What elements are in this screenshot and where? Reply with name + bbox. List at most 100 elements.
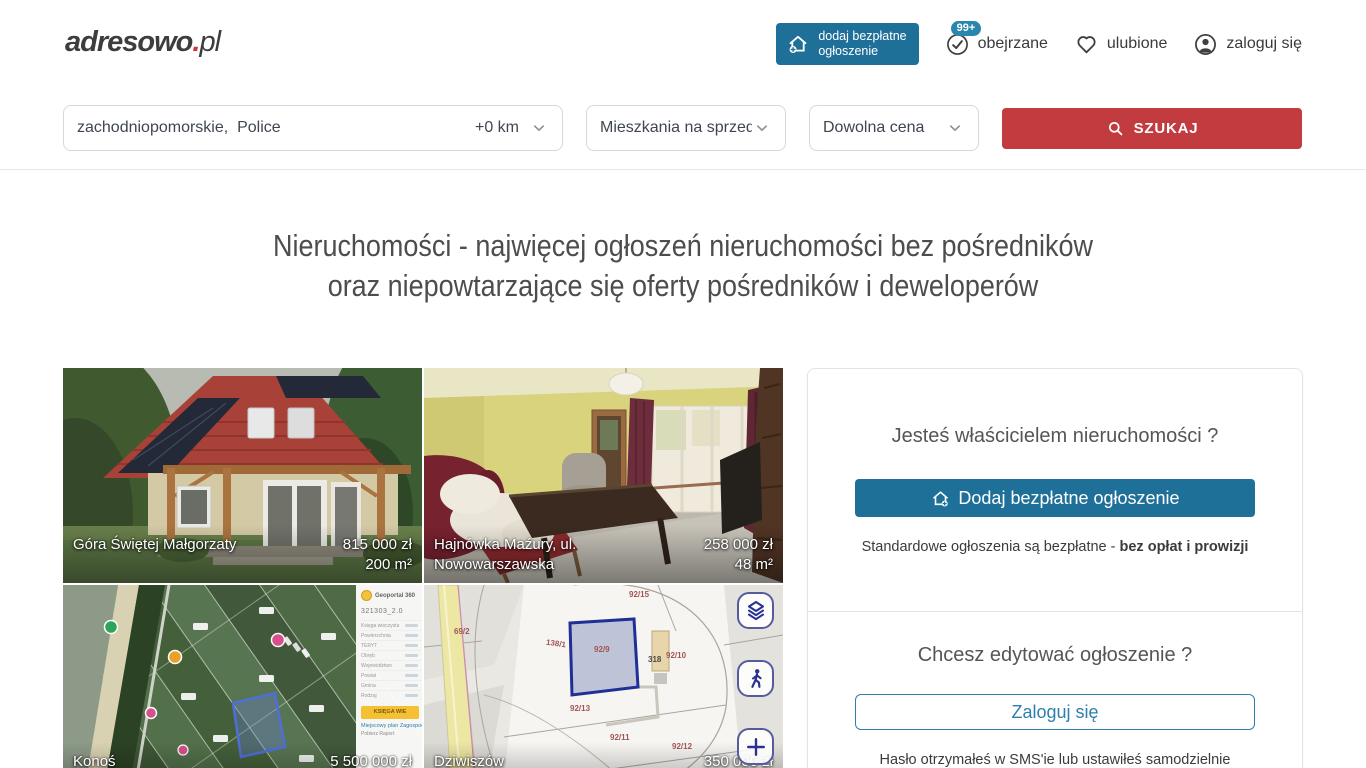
nav-viewed-label: obejrzane — [978, 35, 1048, 53]
geo-row-label: Gmina — [361, 683, 376, 689]
location-value: zachodniopomorskie, Police — [77, 119, 475, 137]
edit-heading: Chcesz edytować ogłoszenie ? — [808, 644, 1302, 667]
nav-viewed[interactable]: 99+ obejrzane — [945, 32, 1048, 57]
category-value: Mieszkania na sprzeda — [600, 119, 752, 137]
geo-row-label: Obręb — [361, 653, 375, 659]
search-button[interactable]: SZUKAJ — [1002, 108, 1302, 149]
listing-caption: Dziwiszów 350 000 zł — [424, 752, 783, 768]
geo-row-value — [405, 644, 418, 647]
nav-login-label: zaloguj się — [1226, 35, 1302, 53]
chevron-down-icon — [945, 118, 965, 138]
listing-card[interactable]: Góra Świętej Małgorzaty 815 000 zł 200 m… — [63, 368, 422, 583]
owner-section: Jesteś właścicielem nieruchomości ? Doda… — [808, 369, 1302, 611]
category-select[interactable]: Mieszkania na sprzeda — [586, 105, 786, 151]
geo-row-label: Powiat — [361, 673, 376, 679]
pedestrian-icon — [744, 667, 768, 691]
geo-row-label: Powierzchnia — [361, 633, 391, 639]
listing-card[interactable]: Hajnówka Maźury, ul. Nowowarszawska 258 … — [424, 368, 783, 583]
listing-card[interactable]: Geoportal 360 321303_2.0 Księga wieczyst… — [63, 585, 422, 768]
listing-price: 5 500 000 zł — [330, 753, 412, 768]
geo-row-label: Województwo — [361, 663, 392, 669]
search-button-label: SZUKAJ — [1134, 120, 1199, 137]
owner-note: Standardowe ogłoszenia są bezpłatne - be… — [808, 539, 1302, 555]
edit-section: Chcesz edytować ogłoszenie ? Zaloguj się… — [808, 611, 1302, 768]
download-report-link[interactable]: Pobierz Raport — [361, 731, 422, 737]
chevron-down-icon — [752, 118, 772, 138]
user-icon — [1193, 32, 1218, 57]
parcel-number: 92/9 — [594, 645, 610, 654]
listing-area: 200 m² — [343, 555, 412, 575]
parcel-number: 92/12 — [672, 742, 692, 751]
map-layers-button[interactable] — [737, 592, 774, 629]
geo-row-value — [405, 634, 418, 637]
search-bar: zachodniopomorskie, Police +0 km Mieszka… — [63, 105, 1303, 151]
geo-row-value — [405, 624, 418, 627]
listing-area: 48 m² — [704, 555, 773, 575]
cadastral-map — [424, 585, 783, 768]
parcel-number: 92/15 — [629, 590, 649, 599]
location-input[interactable]: zachodniopomorskie, Police +0 km — [63, 105, 563, 151]
owner-panel: Jesteś właścicielem nieruchomości ? Doda… — [807, 368, 1303, 768]
owner-heading: Jesteś właścicielem nieruchomości ? — [808, 425, 1302, 448]
map-controls — [737, 592, 774, 765]
top-bar: adresowo.pl dodaj bezpłatne ogłoszenie 9… — [0, 0, 1366, 88]
site-logo[interactable]: adresowo.pl — [65, 26, 220, 59]
geoportal-brand: Geoportal 360 — [375, 593, 415, 599]
add-listing-button[interactable]: dodaj bezpłatne ogłoszenie — [776, 23, 918, 65]
listing-name: Góra Świętej Małgorzaty — [73, 535, 236, 555]
land-register-button[interactable]: KSIĘGA WIE — [361, 706, 419, 719]
geoportal-logo-icon — [361, 590, 372, 601]
listing-name: Hajnówka Maźury, ul. Nowowarszawska — [434, 535, 624, 575]
page-title: Nieruchomości - najwięcej ogłoszeń nieru… — [89, 226, 1277, 306]
geo-row-value — [405, 684, 418, 687]
nav-login[interactable]: zaloguj się — [1193, 32, 1302, 57]
listing-name: Dziwiszów — [434, 752, 504, 768]
search-icon — [1106, 119, 1125, 138]
price-value: Dowolna cena — [823, 119, 924, 137]
hero: Nieruchomości - najwięcej ogłoszeń nieru… — [89, 226, 1277, 306]
nav-favorites[interactable]: ulubione — [1074, 32, 1168, 57]
house-plus-icon — [786, 32, 810, 56]
parcel-id: 321303_2.0 — [361, 608, 422, 615]
geo-row-value — [405, 674, 418, 677]
building-number: 318 — [648, 655, 661, 664]
geo-row-value — [405, 664, 418, 667]
listing-name: Konoś — [73, 752, 116, 768]
radius-value: +0 km — [475, 119, 519, 137]
zoom-in-button[interactable] — [737, 728, 774, 765]
viewed-count-badge: 99+ — [951, 21, 982, 36]
logo-tld: pl — [199, 26, 220, 58]
parcel-number: 69/2 — [454, 627, 470, 636]
house-plus-icon — [930, 488, 951, 509]
header-divider — [0, 169, 1366, 170]
nav-favorites-label: ulubione — [1107, 35, 1168, 53]
price-select[interactable]: Dowolna cena — [809, 105, 979, 151]
layers-icon — [744, 599, 768, 623]
geo-row-label: Księga wieczysta — [361, 623, 399, 629]
geo-row-value — [405, 694, 418, 697]
street-view-button[interactable] — [737, 660, 774, 697]
add-free-listing-label: Dodaj bezpłatne ogłoszenie — [958, 488, 1179, 509]
listing-price: 815 000 zł — [343, 536, 412, 553]
parcel-number: 92/13 — [570, 704, 590, 713]
edit-note: Hasło otrzymałeś w SMS'ie lub ustawiłeś … — [808, 752, 1302, 768]
listing-caption: Konoś 5 500 000 zł — [63, 752, 422, 768]
zoning-plan-link[interactable]: Miejscowy plan Zagospod — [361, 723, 422, 729]
geoportal-panel: Geoportal 360 321303_2.0 Księga wieczyst… — [356, 585, 422, 768]
listing-card[interactable]: 92/15 69/2 138/1 92/9 318 92/10 92/13 92… — [424, 585, 783, 768]
add-listing-label: dodaj bezpłatne ogłoszenie — [818, 29, 906, 59]
listing-caption: Hajnówka Maźury, ul. Nowowarszawska 258 … — [424, 535, 783, 583]
logo-text: adresowo — [65, 26, 192, 58]
parcel-number: 92/10 — [666, 651, 686, 660]
listings-grid: Góra Świętej Małgorzaty 815 000 zł 200 m… — [63, 368, 783, 768]
geo-row-label: TERYT — [361, 643, 377, 649]
login-button-label: Zaloguj się — [1011, 702, 1098, 723]
heart-icon — [1074, 32, 1099, 57]
parcel-number: 92/11 — [610, 733, 630, 742]
add-free-listing-button[interactable]: Dodaj bezpłatne ogłoszenie — [855, 479, 1255, 517]
header-actions: dodaj bezpłatne ogłoszenie 99+ obejrzane… — [776, 24, 1302, 64]
login-button[interactable]: Zaloguj się — [855, 694, 1255, 730]
listing-caption: Góra Świętej Małgorzaty 815 000 zł 200 m… — [63, 535, 422, 583]
geo-row-value — [405, 654, 418, 657]
chevron-down-icon — [529, 118, 549, 138]
